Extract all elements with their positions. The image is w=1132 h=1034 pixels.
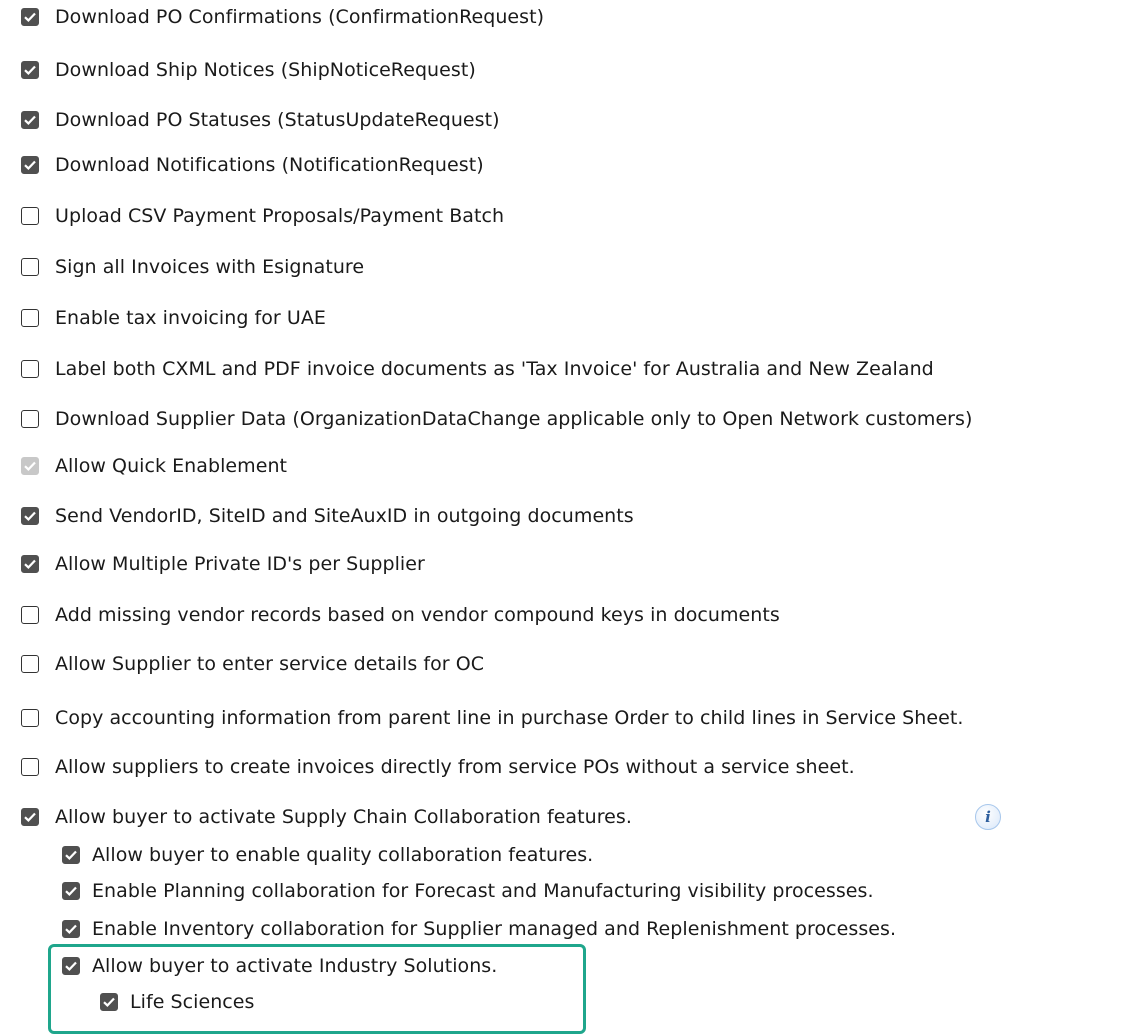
option-label: Allow Multiple Private ID's per Supplier [55,553,425,575]
option-row[interactable]: Allow suppliers to create invoices direc… [21,754,855,780]
option-label: Copy accounting information from parent … [55,707,964,729]
checkbox[interactable] [21,8,39,26]
option-label: Label both CXML and PDF invoice document… [55,358,934,380]
checkbox[interactable] [21,61,39,79]
option-label: Allow Supplier to enter service details … [55,653,485,675]
checkbox[interactable] [21,258,39,276]
option-label: Add missing vendor records based on vend… [55,604,780,626]
checkbox[interactable] [21,156,39,174]
checkbox[interactable] [62,920,80,938]
option-row[interactable]: Sign all Invoices with Esignature [21,254,364,280]
option-label: Download PO Confirmations (ConfirmationR… [55,6,545,28]
checkbox[interactable] [21,309,39,327]
checkbox[interactable] [21,655,39,673]
checkbox[interactable] [21,808,39,826]
option-label: Allow buyer to activate Supply Chain Col… [55,806,632,828]
checkbox[interactable] [21,111,39,129]
checkbox[interactable] [21,758,39,776]
option-label: Send VendorID, SiteID and SiteAuxID in o… [55,505,634,527]
option-row[interactable]: Label both CXML and PDF invoice document… [21,356,934,382]
option-label: Allow buyer to enable quality collaborat… [92,844,594,866]
option-label: Download PO Statuses (StatusUpdateReques… [55,109,500,131]
option-row[interactable]: Copy accounting information from parent … [21,705,963,731]
sub-option-row[interactable]: Enable Planning collaboration for Foreca… [62,878,874,904]
option-label: Enable Inventory collaboration for Suppl… [92,918,897,940]
option-row[interactable]: Allow Supplier to enter service details … [21,651,484,677]
option-label: Download Supplier Data (OrganizationData… [55,408,973,430]
option-row[interactable]: Allow Multiple Private ID's per Supplier [21,551,425,577]
checkbox[interactable] [21,507,39,525]
option-label: Allow suppliers to create invoices direc… [55,756,855,778]
checkbox[interactable] [21,360,39,378]
option-row[interactable]: Upload CSV Payment Proposals/Payment Bat… [21,203,504,229]
option-label: Download Ship Notices (ShipNoticeRequest… [55,59,476,81]
option-row[interactable]: Send VendorID, SiteID and SiteAuxID in o… [21,503,634,529]
option-row[interactable]: Allow buyer to activate Supply Chain Col… [21,804,632,830]
option-row[interactable]: Download PO Statuses (StatusUpdateReques… [21,107,500,133]
checkbox[interactable] [21,606,39,624]
option-label: Upload CSV Payment Proposals/Payment Bat… [55,205,505,227]
checkbox[interactable] [21,555,39,573]
checkbox[interactable] [62,882,80,900]
option-row[interactable]: Download PO Confirmations (ConfirmationR… [21,4,544,30]
checkbox[interactable] [21,207,39,225]
sub-option-row[interactable]: Allow buyer to enable quality collaborat… [62,842,593,868]
option-row[interactable]: Download Ship Notices (ShipNoticeRequest… [21,57,476,83]
option-label: Allow Quick Enablement [55,455,288,477]
checkbox[interactable] [62,846,80,864]
checkbox [21,457,39,475]
option-row[interactable]: Add missing vendor records based on vend… [21,602,780,628]
option-row[interactable]: Download Supplier Data (OrganizationData… [21,406,972,432]
option-label: Download Notifications (NotificationRequ… [55,154,484,176]
info-icon[interactable]: i [975,804,1001,830]
option-row: Allow Quick Enablement [21,453,287,479]
checkbox[interactable] [21,410,39,428]
option-label: Enable tax invoicing for UAE [55,307,326,329]
checkbox[interactable] [21,709,39,727]
option-row[interactable]: Download Notifications (NotificationRequ… [21,152,484,178]
option-row[interactable]: Enable tax invoicing for UAE [21,305,326,331]
sub-option-row[interactable]: Enable Inventory collaboration for Suppl… [62,916,896,942]
highlight-box [48,944,586,1034]
option-label: Sign all Invoices with Esignature [55,256,365,278]
option-label: Enable Planning collaboration for Foreca… [92,880,874,902]
